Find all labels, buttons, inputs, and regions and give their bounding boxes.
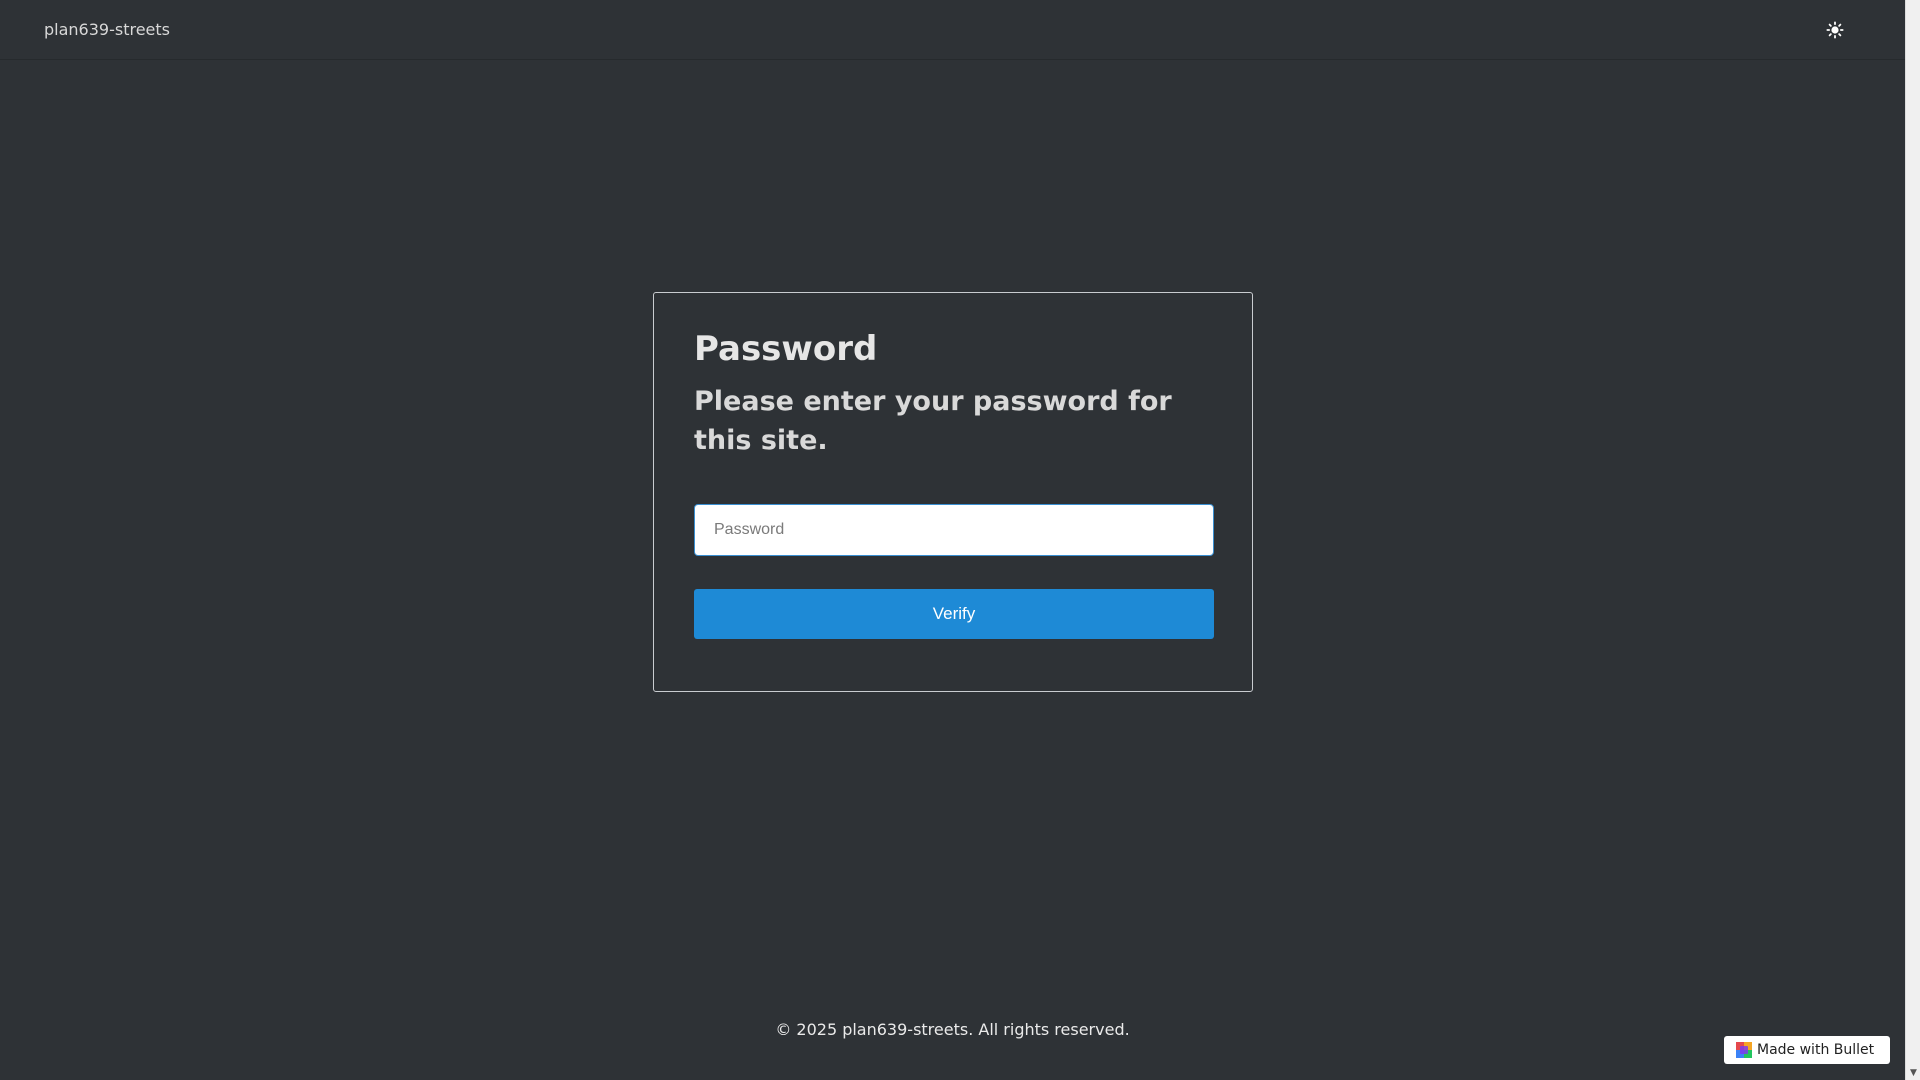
sun-icon bbox=[1826, 20, 1844, 39]
page-title: Password bbox=[694, 329, 878, 369]
password-input[interactable] bbox=[694, 504, 1214, 557]
page: plan639-streets Password Please enter yo… bbox=[0, 0, 1905, 1080]
scroll-down-arrow-icon[interactable]: ▼ bbox=[1906, 1065, 1920, 1080]
theme-toggle-button[interactable] bbox=[1819, 14, 1851, 46]
made-with-bullet-badge[interactable]: Made with Bullet bbox=[1724, 1036, 1890, 1064]
password-card: Password Please enter your password for … bbox=[653, 292, 1253, 692]
top-bar: plan639-streets bbox=[0, 0, 1905, 60]
page-subtitle: Please enter your password for this site… bbox=[694, 385, 1172, 457]
site-name-link[interactable]: plan639-streets bbox=[44, 20, 170, 39]
vertical-scrollbar[interactable]: ▼ bbox=[1905, 0, 1920, 1080]
footer-copyright: © 2025 plan639-streets. All rights reser… bbox=[775, 1020, 1130, 1039]
verify-button[interactable]: Verify bbox=[694, 589, 1214, 640]
bullet-logo-icon bbox=[1736, 1042, 1752, 1058]
badge-label: Made with Bullet bbox=[1757, 1042, 1875, 1058]
